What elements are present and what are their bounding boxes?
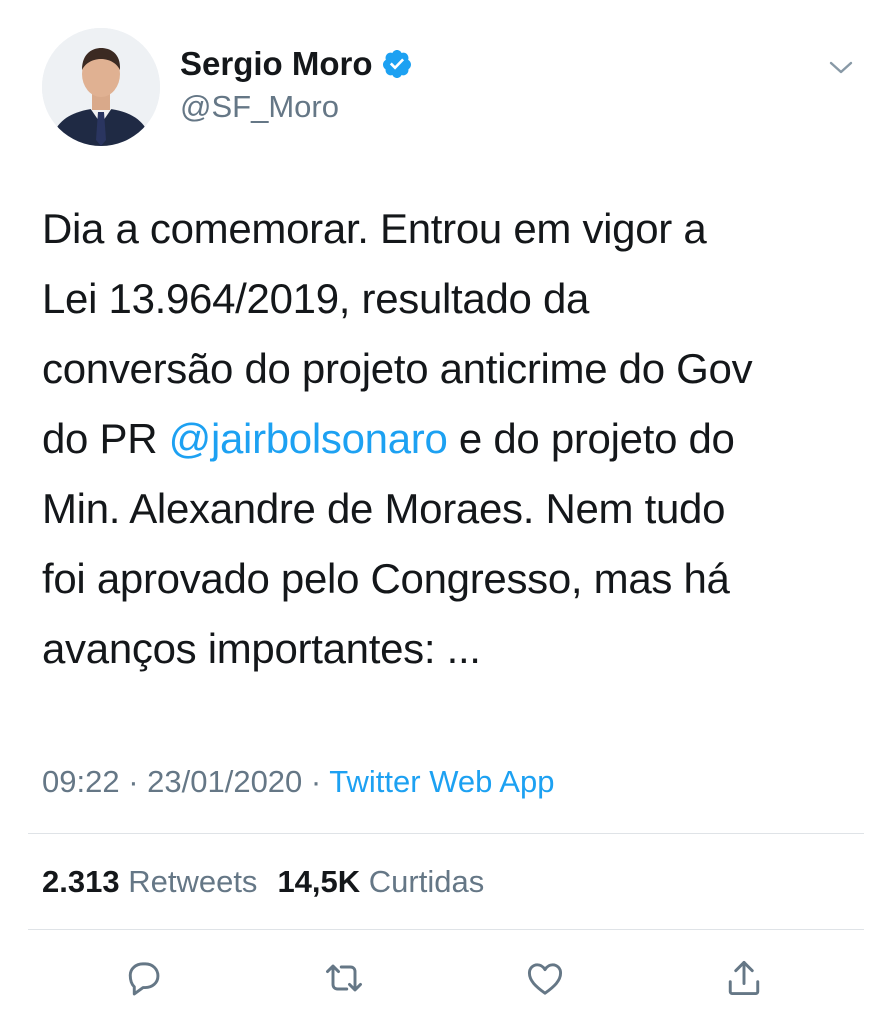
tweet-line-prefix: do PR [42, 415, 169, 462]
meta-separator: · [302, 764, 330, 799]
reply-icon[interactable] [122, 956, 166, 1000]
retweets-count: 2.313 [42, 864, 120, 899]
divider [28, 929, 864, 930]
tweet-text: Dia a comemorar. Entrou em vigor a Lei 1… [42, 194, 862, 684]
tweet-meta: 09:22 · 23/01/2020 · Twitter Web App [42, 760, 554, 804]
author-handle[interactable]: @SF_Moro [180, 88, 339, 126]
tweet-line: conversão do projeto anticrime do Gov [42, 345, 753, 392]
chevron-down-icon[interactable] [826, 56, 856, 78]
author-name[interactable]: Sergio Moro [180, 44, 413, 84]
retweet-icon[interactable] [322, 956, 366, 1000]
likes-label: Curtidas [368, 864, 485, 899]
tweet-line: Min. Alexandre de Moraes. Nem tudo [42, 485, 726, 532]
tweet-line: Dia a comemorar. Entrou em vigor a [42, 205, 707, 252]
tweet-line: foi aprovado pelo Congresso, mas há [42, 555, 730, 602]
author-name-text[interactable]: Sergio Moro [180, 44, 373, 84]
verified-badge-icon [381, 48, 413, 80]
tweet-line-suffix: e do projeto do [447, 415, 735, 462]
retweets-label: Retweets [128, 864, 258, 899]
avatar[interactable] [42, 28, 160, 146]
tweet-line: Lei 13.964/2019, resultado da [42, 275, 590, 322]
likes-stat[interactable]: 14,5K Curtidas [277, 864, 484, 899]
mention-link[interactable]: @jairbolsonaro [169, 415, 448, 462]
tweet-line: avanços importantes: ... [42, 625, 481, 672]
tweet-line: do PR @jairbolsonaro e do projeto do [42, 404, 862, 474]
tweet-source-link[interactable]: Twitter Web App [329, 764, 554, 799]
retweets-stat[interactable]: 2.313 Retweets [42, 864, 257, 899]
likes-count: 14,5K [277, 864, 361, 899]
tweet-stats: 2.313 Retweets 14,5K Curtidas [42, 860, 484, 904]
tweet-date[interactable]: 23/01/2020 [147, 764, 302, 799]
heart-icon[interactable] [523, 956, 567, 1000]
divider [28, 833, 864, 834]
tweet-time[interactable]: 09:22 [42, 764, 120, 799]
meta-separator: · [119, 764, 148, 799]
share-icon[interactable] [722, 956, 766, 1000]
